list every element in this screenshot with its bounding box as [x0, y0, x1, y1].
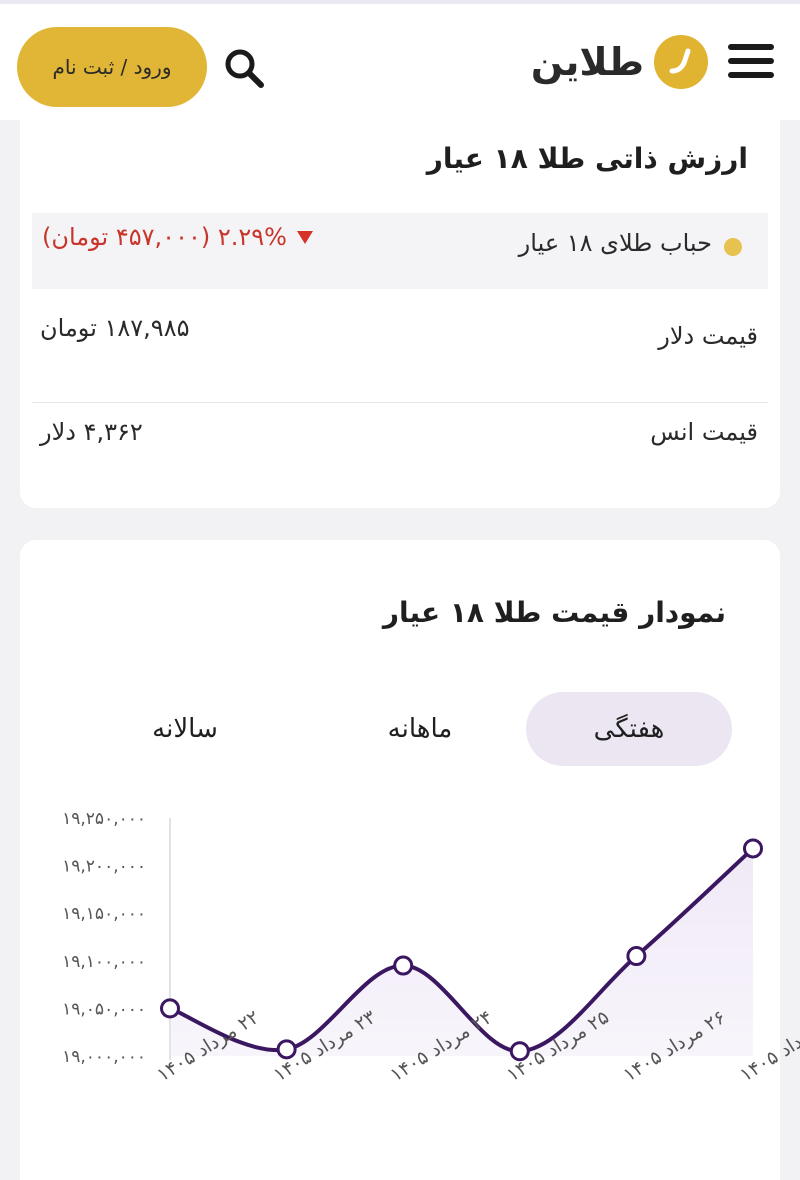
data-point: [393, 955, 414, 976]
data-point: [743, 838, 763, 859]
y-tick-label: ۱۹,۰۵۰,۰۰۰: [62, 999, 146, 1019]
y-tick-label: ۱۹,۱۰۰,۰۰۰: [62, 952, 146, 972]
data-point: [160, 998, 180, 1019]
y-tick-label: ۱۹,۱۵۰,۰۰۰: [62, 904, 146, 924]
y-tick-label: ۱۹,۰۰۰,۰۰۰: [62, 1047, 146, 1067]
data-point: [626, 946, 647, 967]
y-tick-label: ۱۹,۲۵۰,۰۰۰: [62, 809, 146, 829]
price-line-chart: ۱۹,۰۰۰,۰۰۰ ۱۹,۰۵۰,۰۰۰ ۱۹,۱۰۰,۰۰۰ ۱۹,۱۵۰,۰۰۰…: [62, 809, 800, 1086]
y-tick-label: ۱۹,۲۰۰,۰۰۰: [62, 857, 146, 877]
